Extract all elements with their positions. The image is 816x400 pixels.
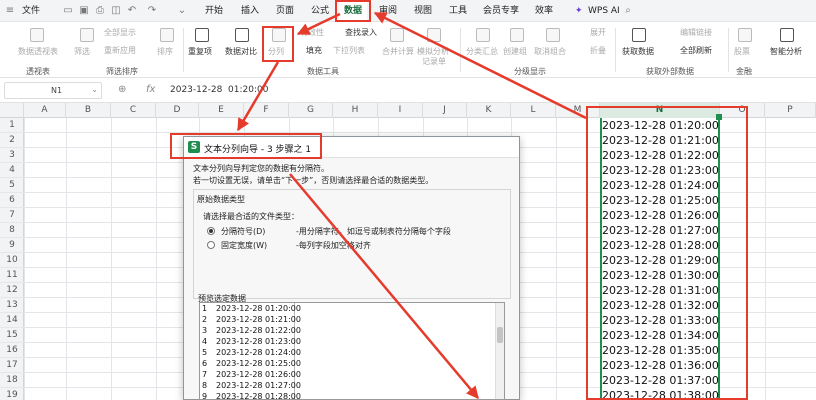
annotation-arrow-to-dialog [236,61,280,132]
wps-spreadsheet-window: { "menu":{"file":"文件","tabs":["开始","插入",… [0,0,816,400]
annotation-arrow-to-split-button [296,12,341,36]
annotation-arrow-to-next-button [289,173,479,399]
annotation-arrows [236,11,587,399]
annotation-arrow-to-data-tab [373,11,587,120]
